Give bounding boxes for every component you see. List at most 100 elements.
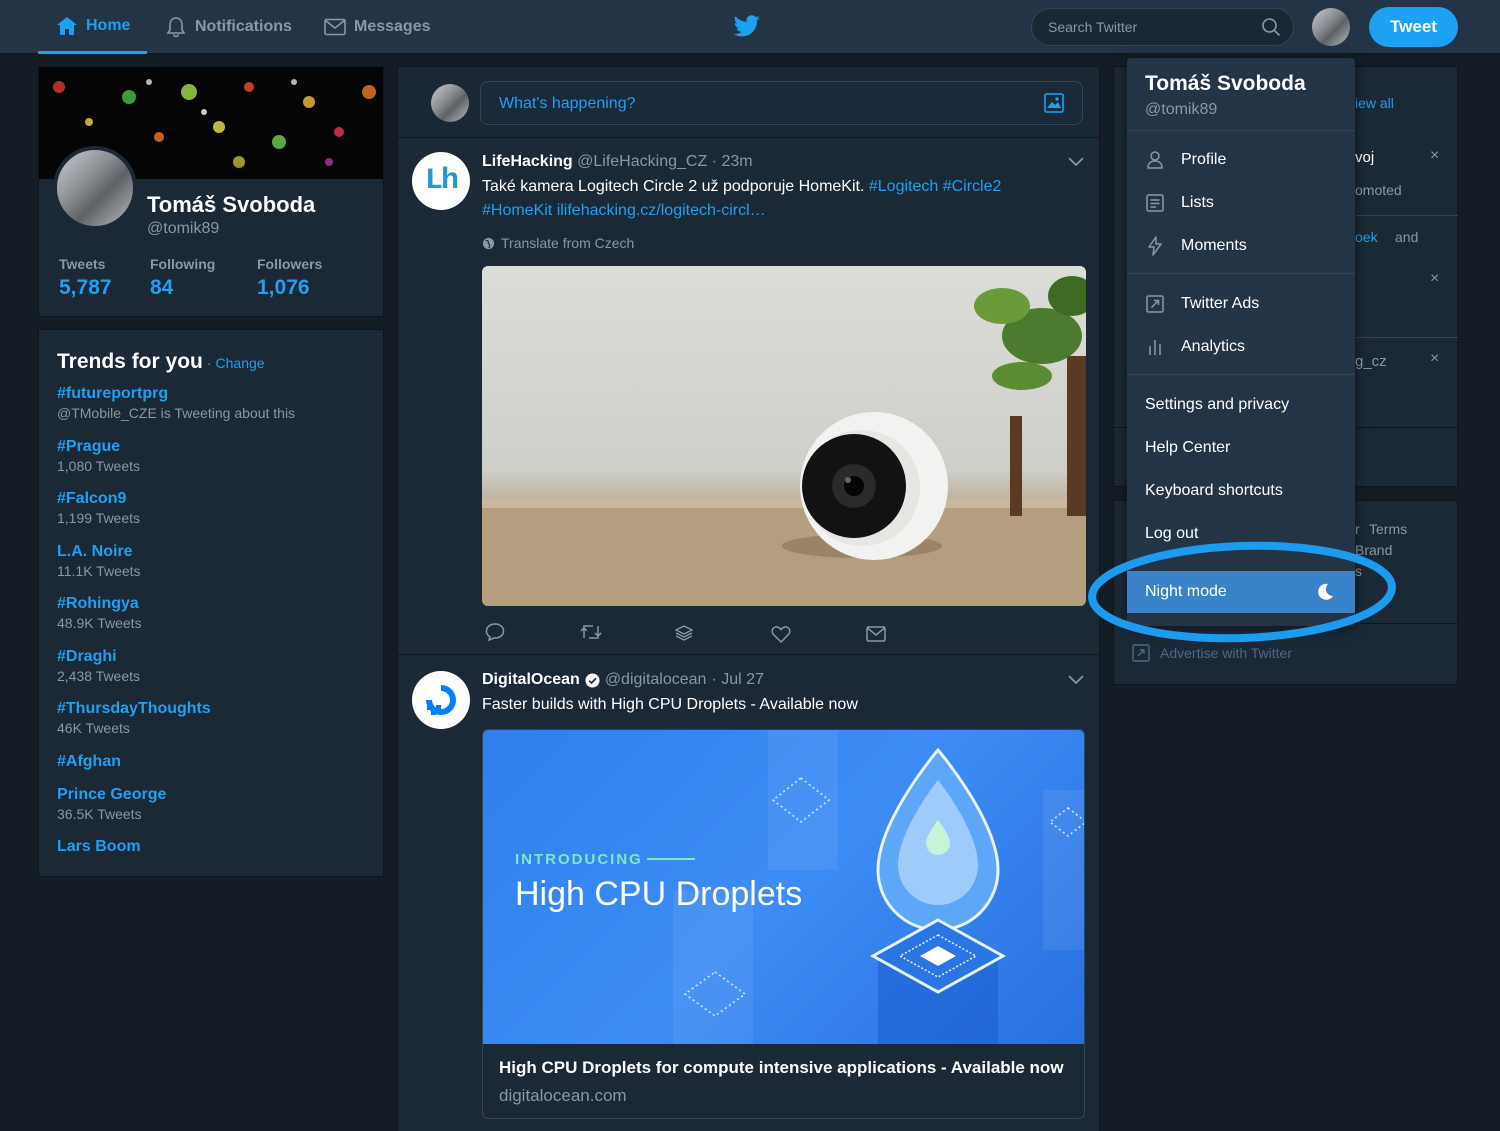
verified-badge-icon [585, 672, 600, 688]
nav-home-label: Home [86, 16, 131, 34]
view-all-link[interactable]: iew all [1355, 95, 1394, 111]
search-input[interactable] [1031, 8, 1294, 46]
tweet-author-handle[interactable]: @LifeHacking_CZ [577, 153, 707, 170]
menu-item-help-center[interactable]: Help Center [1127, 426, 1355, 469]
profile-name[interactable]: Tomáš Svoboda [147, 192, 315, 218]
trend-item[interactable]: #futureportprg @TMobile_CZE is Tweeting a… [57, 385, 295, 421]
top-navigation-bar: Home Notifications Messages Tweet [0, 0, 1500, 54]
tweet-button[interactable]: Tweet [1369, 7, 1458, 47]
tweet-header: LifeHacking @LifeHacking_CZ · 23m [482, 153, 753, 171]
profile-avatar[interactable] [53, 146, 137, 230]
tweet-time[interactable]: · Jul 27 [711, 671, 763, 689]
trend-item[interactable]: #ThursdayThoughts 46K Tweets [57, 700, 211, 736]
suggestion-snippet: voj [1355, 149, 1375, 166]
menu-item-twitter-ads[interactable]: Twitter Ads [1127, 282, 1355, 325]
suggestion-snippet: and [1395, 229, 1419, 245]
divider [1356, 337, 1458, 338]
menu-item-settings[interactable]: Settings and privacy [1127, 383, 1355, 426]
tweet-hashtags[interactable]: #Logitech #Circle2 [869, 178, 1002, 195]
trend-subtitle: 11.1K Tweets [57, 563, 141, 579]
advertise-label: Advertise with Twitter [1160, 645, 1293, 661]
chevron-down-icon[interactable] [1068, 157, 1084, 167]
profile-handle[interactable]: @tomik89 [147, 220, 219, 238]
card-domain: digitalocean.com [499, 1086, 627, 1105]
stat-value: 5,787 [59, 276, 112, 299]
stat-following[interactable]: Following 84 [150, 256, 215, 300]
tweet[interactable]: DigitalOcean @digitalocean · Jul 27 Fast… [398, 657, 1099, 1131]
menu-item-moments[interactable]: Moments [1127, 224, 1355, 267]
suggestion-snippet: oek [1355, 229, 1378, 245]
trend-subtitle: 1,199 Tweets [57, 510, 141, 526]
chevron-down-icon[interactable] [1068, 675, 1084, 685]
trend-item[interactable]: Lars Boom [57, 838, 141, 856]
tweet-link[interactable]: #HomeKit ilifehacking.cz/logitech-circl… [482, 199, 1082, 223]
tweet[interactable]: Lh LifeHacking @LifeHacking_CZ · 23m Tak… [398, 139, 1099, 655]
menu-item-analytics[interactable]: Analytics [1127, 325, 1355, 368]
compose-input[interactable]: What's happening? [480, 81, 1083, 125]
menu-item-label: Lists [1181, 193, 1214, 211]
card-title: High CPU Droplets for compute intensive … [499, 1058, 1064, 1077]
kicker-rule [647, 858, 695, 860]
trend-name: Lars Boom [57, 838, 141, 855]
tweet-author-name[interactable]: DigitalOcean [482, 671, 580, 689]
stack-icon[interactable] [675, 624, 693, 642]
stat-value: 84 [150, 276, 174, 299]
camera-photo-illustration [482, 276, 1086, 606]
stat-label: Tweets [59, 256, 106, 272]
reply-icon[interactable] [485, 623, 505, 641]
menu-item-label: Moments [1181, 236, 1247, 254]
compose-avatar [431, 84, 469, 122]
trend-name: #Rohingya [57, 595, 139, 612]
menu-item-lists[interactable]: Lists [1127, 181, 1355, 224]
nav-notifications-label: Notifications [195, 18, 292, 35]
link-card[interactable]: INTRODUCING High CPU Droplets High CPU D… [482, 729, 1085, 1119]
nav-home[interactable]: Home [38, 0, 147, 54]
dropdown-name[interactable]: Tomáš Svoboda [1145, 72, 1306, 96]
menu-item-label: Settings and privacy [1145, 395, 1290, 413]
menu-divider [1127, 130, 1355, 131]
twitter-bird-icon[interactable] [734, 15, 760, 37]
menu-item-label: Analytics [1181, 337, 1246, 355]
profile-card: Tomáš Svoboda @tomik89 Tweets 5,787 Foll… [38, 66, 384, 317]
tweet-author-name[interactable]: LifeHacking [482, 153, 573, 170]
trend-name: #futureportprg [57, 385, 169, 402]
nav-notifications[interactable]: Notifications [165, 0, 292, 54]
trend-item[interactable]: #Falcon9 1,199 Tweets [57, 490, 140, 526]
trend-item[interactable]: #Draghi 2,438 Tweets [57, 648, 140, 684]
tweet-avatar[interactable] [412, 671, 470, 729]
dismiss-icon[interactable]: × [1430, 270, 1439, 288]
tweet-author-handle[interactable]: @digitalocean [605, 671, 707, 689]
dropdown-handle[interactable]: @tomik89 [1145, 101, 1217, 119]
tweet-body: Také kamera Logitech Circle 2 už podporu… [482, 178, 865, 195]
retweet-icon[interactable] [580, 624, 602, 640]
tweet-avatar[interactable]: Lh [412, 152, 470, 210]
lightning-icon [1148, 235, 1162, 256]
dismiss-icon[interactable]: × [1430, 350, 1439, 368]
tweet-time[interactable]: · 23m [712, 153, 753, 170]
trend-item[interactable]: Prince George 36.5K Tweets [57, 786, 166, 822]
image-upload-icon[interactable] [1044, 93, 1064, 113]
trend-item[interactable]: #Afghan [57, 753, 121, 771]
trend-item[interactable]: #Prague 1,080 Tweets [57, 438, 140, 474]
nav-messages[interactable]: Messages [324, 0, 431, 54]
menu-item-label: Keyboard shortcuts [1145, 481, 1283, 499]
menu-divider [1127, 374, 1355, 375]
stat-followers[interactable]: Followers 1,076 [257, 256, 322, 300]
heart-icon[interactable] [771, 625, 791, 643]
menu-item-keyboard-shortcuts[interactable]: Keyboard shortcuts [1127, 469, 1355, 512]
suggestion-snippet: omoted [1355, 182, 1402, 198]
stat-tweets[interactable]: Tweets 5,787 [59, 256, 112, 300]
trend-name: #Prague [57, 438, 121, 455]
trends-change-link[interactable]: Change [216, 355, 265, 371]
highlight-ring-annotation [1088, 541, 1396, 643]
account-avatar-button[interactable] [1312, 8, 1350, 46]
menu-item-profile[interactable]: Profile [1127, 138, 1355, 181]
trend-item[interactable]: #Rohingya 48.9K Tweets [57, 595, 142, 631]
dismiss-icon[interactable]: × [1430, 147, 1439, 165]
tweet-media-photo[interactable] [482, 266, 1086, 606]
trend-item[interactable]: L.A. Noire 11.1K Tweets [57, 543, 141, 579]
trend-subtitle: @TMobile_CZE is Tweeting about this [57, 405, 296, 421]
translate-link[interactable]: Translate from Czech [482, 235, 634, 251]
direct-message-icon[interactable] [866, 626, 886, 642]
search-icon[interactable] [1261, 17, 1281, 37]
